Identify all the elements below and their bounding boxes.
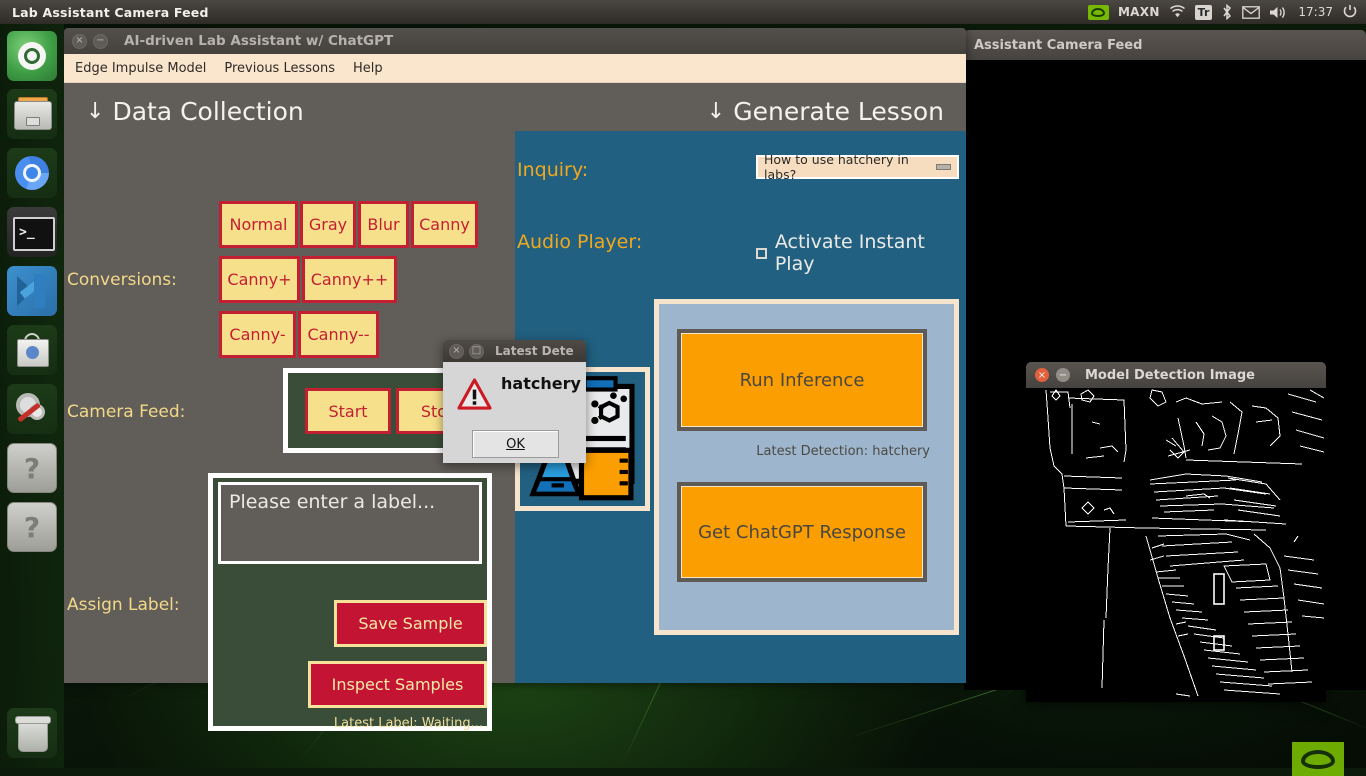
conversion-button-canny-minusminus[interactable]: Canny-- bbox=[298, 311, 379, 358]
menu-item-edge-impulse-model[interactable]: Edge Impulse Model bbox=[75, 61, 206, 76]
camera-feed-label: Camera Feed: bbox=[67, 402, 186, 422]
conversion-button-gray[interactable]: Gray bbox=[300, 201, 356, 248]
dialog-ok-button[interactable]: OK bbox=[472, 430, 559, 458]
detection-canvas bbox=[1026, 388, 1326, 702]
wifi-icon[interactable] bbox=[1169, 5, 1186, 19]
dialog-titlebar[interactable]: × □ Latest Dete bbox=[443, 340, 586, 362]
label-input-placeholder-text: Please enter a label... bbox=[229, 491, 436, 513]
generate-lesson-heading-text: Generate Lesson bbox=[733, 97, 944, 126]
inquiry-dropdown[interactable]: How to use hatchery in labs? bbox=[756, 152, 959, 182]
run-inference-button[interactable]: Run Inference bbox=[677, 329, 927, 431]
latest-label-status: Latest Label: Waiting... bbox=[333, 716, 483, 731]
power-gear-icon[interactable] bbox=[1342, 4, 1358, 20]
launcher-item-unknown-app-icon-1[interactable] bbox=[7, 443, 57, 493]
instant-play-label: Activate Instant Play bbox=[774, 231, 925, 275]
volume-icon[interactable] bbox=[1269, 5, 1289, 20]
dialog-title: Latest Dete bbox=[495, 344, 574, 358]
latest-detection-dialog[interactable]: × □ Latest Dete hatchery OK bbox=[443, 340, 586, 463]
launcher-item-chromium-icon[interactable] bbox=[7, 148, 57, 198]
launcher-item-ubuntu-dash-icon[interactable] bbox=[7, 31, 57, 81]
inquiry-label: Inquiry: bbox=[517, 159, 589, 181]
dialog-body: hatchery OK bbox=[443, 362, 586, 463]
detection-titlebar[interactable]: × − Model Detection Image bbox=[1026, 362, 1326, 388]
latest-detection-status: Latest Detection: hatchery bbox=[756, 444, 930, 459]
inspect-samples-button[interactable]: Inspect Samples bbox=[308, 661, 487, 708]
launcher-item-trash-icon[interactable] bbox=[7, 708, 57, 758]
assign-label-label: Assign Label: bbox=[67, 595, 180, 615]
audio-player-label: Audio Player: bbox=[517, 231, 643, 253]
conversions-label: Conversions: bbox=[67, 270, 177, 290]
model-detection-image-window[interactable]: × − Model Detection Image bbox=[1026, 362, 1326, 702]
conversion-button-normal[interactable]: Normal bbox=[219, 201, 298, 248]
app-titlebar[interactable]: × − AI-driven Lab Assistant w/ ChatGPT bbox=[64, 28, 966, 54]
instant-play-checkbox-row[interactable]: Activate Instant Play bbox=[756, 231, 966, 275]
dialog-close-icon[interactable]: × bbox=[449, 343, 464, 359]
launcher-item-unknown-app-icon-2[interactable] bbox=[7, 502, 57, 552]
down-arrow-icon: ↓ bbox=[86, 98, 105, 124]
nvidia-watermark-icon bbox=[1292, 742, 1344, 776]
detection-window-title: Model Detection Image bbox=[1085, 367, 1255, 383]
data-collection-heading: ↓ Data Collection bbox=[86, 97, 304, 126]
menu-item-help[interactable]: Help bbox=[353, 61, 383, 76]
save-sample-button[interactable]: Save Sample bbox=[334, 600, 487, 647]
app-menubar: Edge Impulse Model Previous Lessons Help bbox=[64, 54, 966, 83]
camera-feed-titlebar[interactable]: Assistant Camera Feed bbox=[964, 30, 1366, 60]
system-tray: MAXN Tr 17:37 bbox=[1087, 4, 1366, 20]
conversion-button-blur[interactable]: Blur bbox=[358, 201, 409, 248]
launcher-item-files-icon[interactable] bbox=[7, 89, 57, 139]
generate-lesson-heading: ↓ Generate Lesson bbox=[707, 97, 944, 126]
gpu-power-mode-label[interactable]: MAXN bbox=[1118, 5, 1160, 19]
minimize-icon[interactable]: − bbox=[93, 33, 108, 49]
conversion-button-canny-minus[interactable]: Canny- bbox=[219, 311, 296, 358]
inference-panel: Run Inference Latest Detection: hatchery… bbox=[654, 299, 959, 635]
conversion-button-canny-plus[interactable]: Canny+ bbox=[219, 256, 300, 303]
inquiry-dropdown-value: How to use hatchery in labs? bbox=[764, 152, 909, 182]
unity-launcher: >_ bbox=[0, 24, 64, 768]
down-arrow-icon: ↓ bbox=[706, 98, 726, 124]
launcher-item-software-center-icon[interactable] bbox=[7, 325, 57, 375]
warning-triangle-icon bbox=[457, 378, 492, 410]
conversion-button-canny-plusplus[interactable]: Canny++ bbox=[302, 256, 397, 303]
keyboard-layout-icon[interactable]: Tr bbox=[1194, 4, 1213, 20]
bluetooth-icon[interactable] bbox=[1221, 4, 1233, 20]
assign-label-group: Please enter a label... Save Sample Insp… bbox=[208, 473, 492, 731]
mail-icon[interactable] bbox=[1242, 5, 1261, 19]
close-icon[interactable]: × bbox=[72, 33, 87, 49]
data-collection-heading-text: Data Collection bbox=[112, 97, 304, 126]
nvidia-icon[interactable] bbox=[1087, 4, 1109, 20]
launcher-item-system-tools-icon[interactable] bbox=[7, 384, 57, 434]
detection-close-icon[interactable]: × bbox=[1035, 368, 1049, 382]
camera-feed-title: Assistant Camera Feed bbox=[974, 37, 1143, 53]
top-panel: Lab Assistant Camera Feed MAXN Tr 17:37 bbox=[0, 0, 1366, 24]
instant-play-checkbox[interactable] bbox=[756, 247, 767, 259]
menu-item-previous-lessons[interactable]: Previous Lessons bbox=[224, 61, 335, 76]
get-chatgpt-response-button[interactable]: Get ChatGPT Response bbox=[677, 482, 927, 582]
dialog-message: hatchery bbox=[501, 374, 581, 393]
clock[interactable]: 17:37 bbox=[1298, 5, 1333, 19]
launcher-item-vscode-icon[interactable] bbox=[7, 266, 57, 316]
focused-window-title: Lab Assistant Camera Feed bbox=[12, 4, 209, 20]
detection-minimize-icon[interactable]: − bbox=[1056, 368, 1070, 382]
dropdown-handle-icon bbox=[935, 164, 951, 170]
dialog-maximize-icon[interactable]: □ bbox=[469, 343, 484, 359]
launcher-item-terminal-icon[interactable]: >_ bbox=[7, 207, 57, 257]
camera-start-button[interactable]: Start bbox=[305, 388, 391, 434]
conversion-button-canny[interactable]: Canny bbox=[411, 201, 478, 248]
app-title: AI-driven Lab Assistant w/ ChatGPT bbox=[124, 33, 394, 49]
label-input[interactable]: Please enter a label... bbox=[218, 482, 482, 564]
